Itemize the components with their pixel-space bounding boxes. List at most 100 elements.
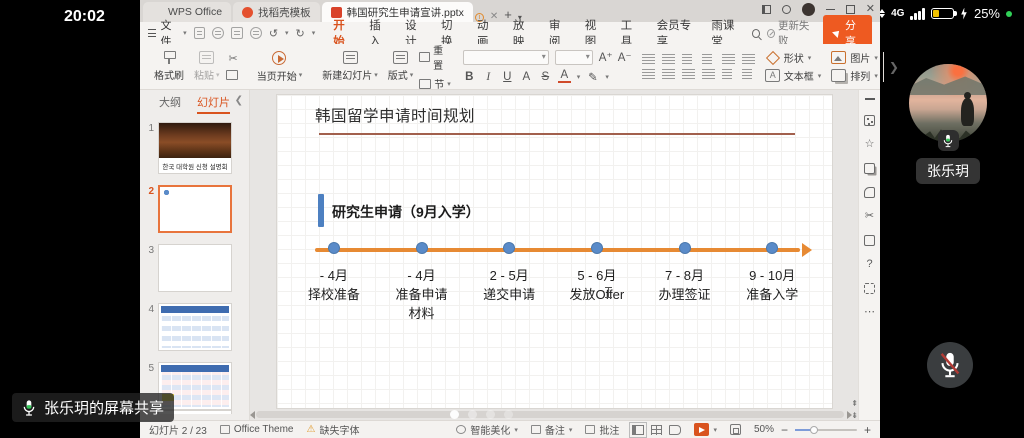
decrease-font-icon[interactable]: A⁻ xyxy=(618,50,631,64)
line-spacing-icon[interactable] xyxy=(722,54,735,64)
horizontal-scrollbar[interactable] xyxy=(256,411,844,418)
bold-button[interactable]: B xyxy=(463,71,476,83)
panel-tab[interactable]: 大纲 xyxy=(159,90,181,114)
format-painter-button[interactable]: 格式刷 xyxy=(150,49,188,84)
image-tools-icon[interactable] xyxy=(864,187,875,198)
normal-view-button[interactable] xyxy=(632,425,644,435)
shapes-button[interactable]: 形状▾ xyxy=(765,50,822,65)
strikethrough-button[interactable]: S xyxy=(539,71,552,83)
timeline-milestone[interactable]: 7 - 8月 办理签证 xyxy=(641,242,729,324)
picture-button[interactable]: 图片▾ xyxy=(831,50,878,65)
timeline-milestone[interactable]: - 4月 准备申请 材料 xyxy=(378,242,466,324)
copy-style-icon[interactable] xyxy=(864,163,875,174)
paste-button[interactable]: 粘贴▾ xyxy=(190,49,224,84)
increase-font-icon[interactable]: A⁺ xyxy=(599,50,612,64)
scroll-left-icon[interactable] xyxy=(250,411,255,419)
char-spacing-button[interactable]: A xyxy=(520,71,533,83)
slide-canvas[interactable]: 韩国留学申请时间规划 研究生申请（9月入学） - 4月 择校准备 - 4月 准备… xyxy=(277,95,832,408)
zoom-slider[interactable] xyxy=(795,429,857,431)
ribbon-expand-chevron[interactable]: ❯ xyxy=(883,52,904,82)
timeline-graphic[interactable]: - 4月 择校准备 - 4月 准备申请 材料 2 - 5月 递交申请 5 - 6… xyxy=(290,242,816,324)
slide-thumbnail-row[interactable]: 4 xyxy=(140,303,249,351)
search-icon[interactable] xyxy=(752,29,760,38)
slideshow-button[interactable]: ▾ xyxy=(694,423,717,436)
beautify-button[interactable]: 智能美化▾ xyxy=(456,422,518,437)
notes-button[interactable]: 备注▾ xyxy=(531,422,573,437)
font-size-select[interactable] xyxy=(555,50,593,65)
fit-to-window-icon[interactable] xyxy=(730,424,741,435)
new-slide-button[interactable]: 新建幻灯片▾ xyxy=(318,49,382,84)
print-icon[interactable] xyxy=(231,27,243,39)
panel-tab[interactable]: 幻灯片 xyxy=(197,90,230,114)
sidebar-toggle-icon[interactable] xyxy=(762,5,771,14)
slide-title[interactable]: 韩国留学申请时间规划 xyxy=(315,104,475,126)
italic-button[interactable]: I xyxy=(482,71,495,83)
font-family-select[interactable] xyxy=(463,50,549,65)
cut-tools-icon[interactable]: ✂ xyxy=(865,211,874,222)
slide-thumbnail[interactable] xyxy=(158,244,232,292)
close-button[interactable]: ✕ xyxy=(866,4,875,15)
missing-font-warning[interactable]: ⚠ 缺失字体 xyxy=(306,422,359,437)
theme-indicator[interactable]: Office Theme xyxy=(220,424,294,435)
section-button[interactable]: 节▾ xyxy=(419,76,451,91)
numbering-icon[interactable] xyxy=(662,54,675,64)
slide-subtitle[interactable]: 研究生申请（9月入学） xyxy=(332,202,480,222)
zoom-level[interactable]: 50% xyxy=(754,424,774,435)
document-tab[interactable]: 找稻壳模板 xyxy=(233,2,320,22)
more-tools-icon[interactable]: ⋯ xyxy=(864,307,875,318)
align-right-icon[interactable] xyxy=(682,69,695,79)
slide-layout-button[interactable]: 版式▾ xyxy=(384,49,418,84)
font-color-button[interactable]: A xyxy=(558,70,571,84)
align-center-icon[interactable] xyxy=(662,69,675,79)
slide-thumbnail-row[interactable]: 2 xyxy=(140,185,249,233)
columns-icon[interactable] xyxy=(722,69,732,79)
timeline-milestone[interactable]: 2 - 5月 递交申请 xyxy=(465,242,553,324)
textbox-button[interactable]: 文本框▾ xyxy=(765,68,822,83)
next-slide-button[interactable]: ⇟ xyxy=(851,412,858,420)
outdent-icon[interactable] xyxy=(682,54,692,64)
indent-icon[interactable] xyxy=(702,54,712,64)
slide-thumbnail-row[interactable]: 1 한국 대학원 신청 설명회 xyxy=(140,122,249,174)
slide-sorter-view-button[interactable] xyxy=(651,425,662,435)
properties-icon[interactable] xyxy=(864,115,875,126)
mute-microphone-button[interactable] xyxy=(927,342,973,388)
slide-thumbnail-row[interactable]: 3 xyxy=(140,244,249,292)
arrange-button[interactable]: 排列▾ xyxy=(831,68,878,83)
reading-view-button[interactable] xyxy=(669,425,681,435)
collapse-rail-icon[interactable] xyxy=(865,98,875,100)
save-icon[interactable] xyxy=(194,27,206,39)
collapse-panel-icon[interactable]: ❮ xyxy=(235,95,243,106)
distribute-icon[interactable] xyxy=(742,69,752,79)
underline-button[interactable]: U xyxy=(501,71,514,83)
undo-icon[interactable]: ↺ xyxy=(269,27,278,40)
maximize-button[interactable] xyxy=(846,5,855,14)
minimize-button[interactable] xyxy=(826,9,835,11)
text-direction-icon[interactable] xyxy=(742,54,755,64)
favorites-star-icon[interactable]: ☆ xyxy=(865,139,875,150)
participant-tile[interactable]: 张乐玥 xyxy=(904,64,992,184)
slide-thumbnail[interactable]: 한국 대학원 신청 설명회 xyxy=(158,122,232,174)
reset-button[interactable]: 重置 xyxy=(419,42,451,72)
timeline-milestone[interactable]: 5 - 6月 发放Offer xyxy=(553,242,641,324)
timeline-milestone[interactable]: 9 - 10月 准备入学 xyxy=(728,242,816,324)
zoom-out-button[interactable]: − xyxy=(781,423,788,437)
comments-button[interactable]: 批注 xyxy=(585,422,619,437)
selection-pane-icon[interactable] xyxy=(864,235,875,246)
theme-icon[interactable] xyxy=(864,283,875,294)
zoom-in-button[interactable]: + xyxy=(864,423,871,437)
help-icon[interactable]: ? xyxy=(866,259,872,270)
play-from-current-button[interactable]: 当页开始▾ xyxy=(253,49,307,85)
redo-icon[interactable]: ↻ xyxy=(296,27,305,40)
previous-slide-button[interactable]: ⇞ xyxy=(851,400,858,408)
slide-thumbnail[interactable] xyxy=(158,303,232,351)
align-left-icon[interactable] xyxy=(642,69,655,79)
bullets-icon[interactable] xyxy=(642,54,655,64)
copy-icon[interactable] xyxy=(226,70,238,80)
output-icon[interactable] xyxy=(212,27,224,39)
slide-thumbnail[interactable] xyxy=(158,185,232,233)
highlight-button[interactable]: ✎ xyxy=(586,70,599,84)
cloud-sync-icon[interactable] xyxy=(250,27,262,39)
skin-icon[interactable] xyxy=(782,5,791,14)
cut-icon[interactable]: ✂ xyxy=(226,53,241,66)
editing-canvas[interactable]: 韩国留学申请时间规划 研究生申请（9月入学） - 4月 择校准备 - 4月 准备… xyxy=(250,90,858,420)
